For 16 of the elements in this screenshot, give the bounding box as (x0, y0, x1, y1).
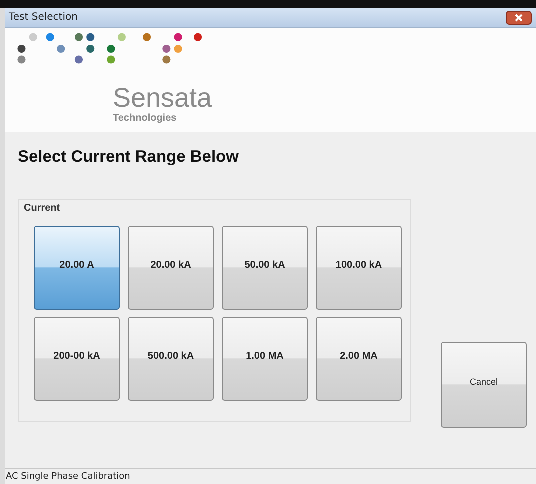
range-button[interactable]: 200-00 kA (34, 317, 120, 401)
range-button[interactable]: 50.00 kA (222, 226, 308, 310)
close-icon[interactable] (506, 10, 532, 24)
range-button[interactable]: 500.00 kA (128, 317, 214, 401)
logo-subtitle: Technologies (113, 113, 178, 125)
range-button[interactable]: 20.00 kA (128, 226, 214, 310)
status-text: AC Single Phase Calibration (6, 472, 130, 482)
logo-name: Sensata (113, 83, 212, 113)
cancel-button[interactable]: Cancel (441, 342, 527, 428)
range-button[interactable]: 2.00 MA (316, 317, 402, 401)
window-title: Test Selection (9, 12, 78, 23)
range-button[interactable]: 20.00 A (34, 226, 120, 310)
range-button[interactable]: 100.00 kA (316, 226, 402, 310)
range-button[interactable]: 1.00 MA (222, 317, 308, 401)
group-label: Current (24, 203, 60, 214)
heading: Select Current Range Below (18, 148, 240, 167)
